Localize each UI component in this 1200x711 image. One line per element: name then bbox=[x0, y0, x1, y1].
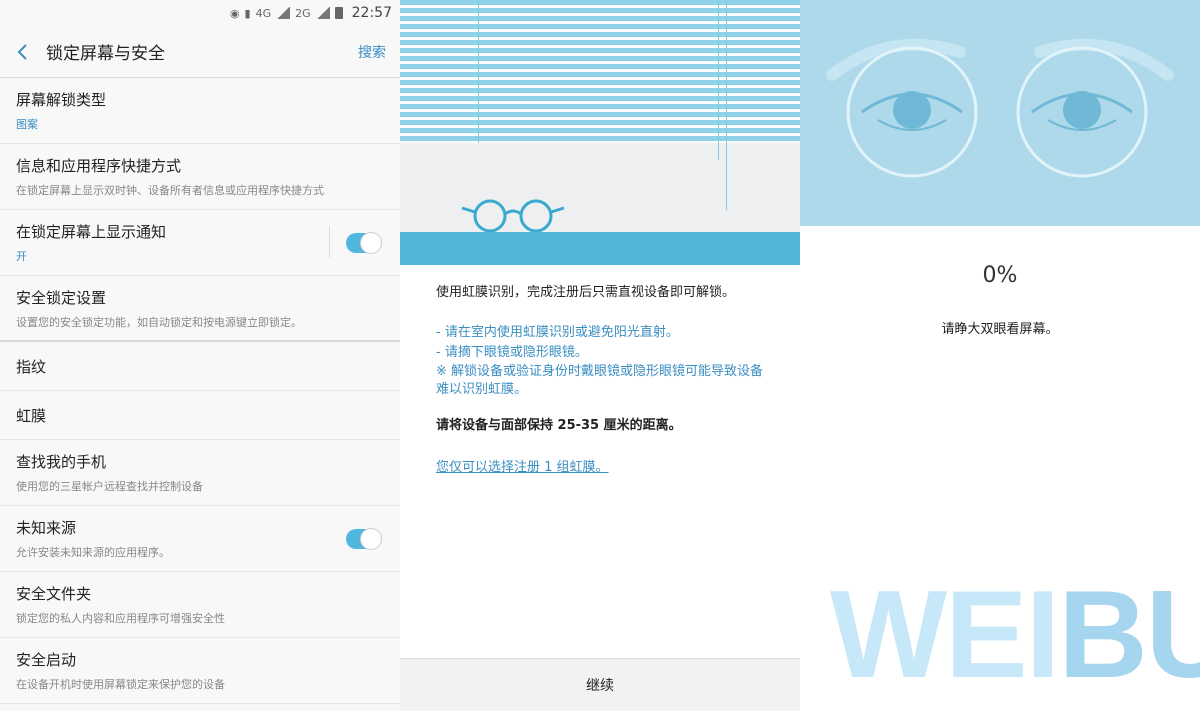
clock: 22:57 bbox=[351, 5, 392, 21]
blind-cord bbox=[726, 0, 727, 210]
watermark-part2: BUSI bbox=[1058, 566, 1200, 704]
setting-info-app-shortcuts[interactable]: 信息和应用程序快捷方式 在锁定屏幕上显示双时钟、设备所有者信息或应用程序快捷方式 bbox=[0, 144, 400, 210]
tip-item: - 请在室内使用虹膜识别或避免阳光直射。 bbox=[436, 325, 679, 340]
toggle-knob bbox=[360, 231, 382, 254]
setting-subtitle: 在锁定屏幕上显示双时钟、设备所有者信息或应用程序快捷方式 bbox=[16, 184, 324, 197]
scan-hint: 请睁大双眼看屏幕。 bbox=[941, 322, 1059, 337]
iris-intro-screen: 使用虹膜识别，完成注册后只需直视设备即可解锁。 - 请在室内使用虹膜识别或避免阳… bbox=[400, 0, 800, 711]
setting-find-my-mobile[interactable]: 查找我的手机 使用您的三星帐户远程查找并控制设备 bbox=[0, 440, 400, 506]
watermark-logo: WEIBUSI bbox=[830, 573, 1200, 697]
iris-scan-screen: 0% 请睁大双眼看屏幕。 WEIBUSI bbox=[800, 0, 1200, 711]
setting-title: 安全锁定设置 bbox=[16, 288, 107, 307]
setting-iris[interactable]: 虹膜 bbox=[0, 391, 400, 440]
tip-item: ※ 解锁设备或验证身份时戴眼镜或隐形眼镜可能导致设备难以识别虹膜。 bbox=[436, 364, 764, 397]
blind-cord bbox=[478, 0, 479, 143]
setting-subtitle: 允许安装未知来源的应用程序。 bbox=[16, 546, 170, 559]
network-type-2: 2G bbox=[295, 6, 311, 20]
divider bbox=[329, 226, 330, 258]
eyes-illustration bbox=[800, 0, 1200, 226]
unknown-sources-toggle[interactable] bbox=[346, 527, 382, 550]
setting-title: 查找我的手机 bbox=[16, 453, 107, 471]
battery-icon bbox=[334, 7, 343, 19]
setting-title: 指纹 bbox=[16, 357, 47, 376]
eyes-icon bbox=[826, 38, 1174, 178]
window-sill bbox=[400, 232, 800, 265]
setting-title: 虹膜 bbox=[16, 406, 47, 425]
back-arrow-icon[interactable] bbox=[12, 42, 32, 62]
iris-intro-text: 使用虹膜识别，完成注册后只需直视设备即可解锁。 bbox=[436, 285, 736, 300]
settings-screen: ◉ ▮ 4G 2G 22:57 锁定屏幕与安全 搜索 屏幕解锁类型 图案 信息和… bbox=[0, 0, 400, 711]
setting-subtitle: 设置您的安全锁定功能，如自动锁定和按电源键立即锁定。 bbox=[16, 315, 302, 329]
setting-fingerprint[interactable]: 指纹 bbox=[0, 342, 400, 391]
setting-title: 安全文件夹 bbox=[16, 585, 92, 603]
setting-secure-lock[interactable]: 安全锁定设置 设置您的安全锁定功能，如自动锁定和按电源键立即锁定。 bbox=[0, 276, 400, 342]
window-blinds bbox=[400, 0, 800, 143]
watermark-part1: WEI bbox=[830, 566, 1060, 704]
wifi-icon: ◉ bbox=[229, 6, 240, 20]
app-bar: 锁定屏幕与安全 搜索 bbox=[0, 26, 400, 78]
setting-value: 图案 bbox=[16, 118, 38, 131]
signal-icon-2 bbox=[315, 7, 330, 19]
setting-secure-folder[interactable]: 安全文件夹 锁定您的私人内容和应用程序可增强安全性 bbox=[0, 572, 400, 638]
tip-item: - 请摘下眼镜或隐形眼镜。 bbox=[436, 345, 588, 360]
setting-title: 未知来源 bbox=[16, 519, 77, 537]
setting-title: 信息和应用程序快捷方式 bbox=[16, 157, 182, 175]
setting-title: 安全启动 bbox=[16, 651, 77, 669]
setting-secure-startup[interactable]: 安全启动 在设备开机时使用屏幕锁定来保护您的设备 bbox=[0, 638, 400, 704]
setting-title: 屏幕解锁类型 bbox=[16, 91, 107, 109]
glasses-icon bbox=[461, 199, 565, 233]
window-glasses-illustration bbox=[400, 0, 800, 265]
setting-subtitle: 使用您的三星帐户远程查找并控制设备 bbox=[16, 480, 203, 493]
register-info-link[interactable]: 您仅可以选择注册 1 组虹膜。 bbox=[436, 456, 609, 475]
continue-label: 继续 bbox=[586, 678, 614, 694]
network-type: 4G bbox=[255, 6, 272, 20]
distance-text: 请将设备与面部保持 25-35 厘米的距离。 bbox=[436, 418, 682, 433]
search-button[interactable]: 搜索 bbox=[358, 42, 386, 62]
scan-progress: 0% bbox=[982, 263, 1018, 288]
blind-cord bbox=[718, 0, 719, 160]
signal-icon bbox=[276, 7, 291, 19]
setting-subtitle: 在设备开机时使用屏幕锁定来保护您的设备 bbox=[16, 678, 225, 691]
setting-subtitle: 锁定您的私人内容和应用程序可增强安全性 bbox=[16, 612, 225, 625]
notification-icon: ▮ bbox=[244, 6, 251, 20]
setting-lockscreen-notifications[interactable]: 在锁定屏幕上显示通知 开 bbox=[0, 210, 400, 276]
setting-unknown-sources[interactable]: 未知来源 允许安装未知来源的应用程序。 bbox=[0, 506, 400, 572]
page-title: 锁定屏幕与安全 bbox=[46, 44, 165, 64]
notifications-toggle[interactable] bbox=[346, 231, 382, 254]
setting-screen-lock-type[interactable]: 屏幕解锁类型 图案 bbox=[0, 78, 400, 144]
continue-button[interactable]: 继续 bbox=[400, 658, 800, 711]
status-bar: ◉ ▮ 4G 2G 22:57 bbox=[0, 0, 400, 26]
toggle-knob bbox=[360, 527, 382, 550]
